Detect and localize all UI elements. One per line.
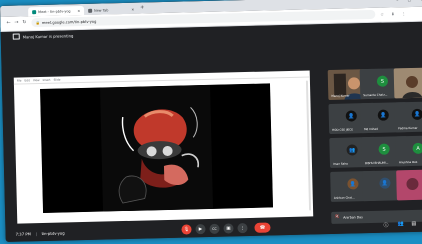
participant-camera-feed bbox=[396, 169, 422, 201]
meet-favicon-icon bbox=[32, 9, 37, 14]
close-tab-icon[interactable]: ✕ bbox=[77, 9, 80, 13]
avatar: 👤 bbox=[347, 178, 359, 190]
people-icon[interactable]: 👥 bbox=[397, 221, 403, 227]
scrollbar[interactable] bbox=[305, 80, 312, 211]
close-tab-icon[interactable]: ✕ bbox=[131, 7, 134, 11]
monitor-screen: Meet - tin-pbtv-yog ✕ New Tab ✕ + – ▢ ✕ … bbox=[0, 0, 422, 242]
tab-label: Meet - tin-pbtv-yog bbox=[38, 8, 71, 14]
pres-menu-edit[interactable]: Edit bbox=[24, 78, 30, 82]
slide-image bbox=[40, 83, 274, 214]
end-call-button[interactable]: ☎ bbox=[254, 222, 271, 233]
clock-time: 7:37 PM bbox=[15, 231, 31, 237]
meeting-code: tin-pbtv-yog bbox=[41, 230, 65, 237]
shared-presentation[interactable]: File Edit View Insert Slide bbox=[13, 70, 314, 224]
captions-button[interactable]: CC bbox=[209, 223, 220, 234]
participant-tile[interactable] bbox=[393, 67, 422, 99]
window-controls[interactable]: – ▢ ✕ bbox=[396, 0, 422, 2]
avatar: 👤 bbox=[345, 110, 357, 122]
microphone-toggle-button[interactable]: 🎙 bbox=[181, 224, 192, 235]
reload-icon[interactable]: ↻ bbox=[22, 19, 26, 25]
present-now-button[interactable]: ▣ bbox=[223, 223, 234, 234]
tab-favicon-icon bbox=[88, 8, 93, 13]
photographed-screen-scene: Meet - tin-pbtv-yog ✕ New Tab ✕ + – ▢ ✕ … bbox=[0, 0, 422, 244]
url-text: meet.google.com/tin-pbtv-yog bbox=[41, 19, 97, 25]
new-tab-button[interactable]: + bbox=[140, 4, 144, 10]
lock-icon: 🔒 bbox=[35, 20, 40, 25]
pres-menu-view[interactable]: View bbox=[33, 78, 40, 82]
chat-icon[interactable]: ▤ bbox=[411, 221, 416, 227]
avatar: 👤 bbox=[379, 177, 391, 189]
avatar: S bbox=[376, 75, 389, 87]
participant-name: Padma Kumar bbox=[398, 125, 418, 131]
participant-name: HOD CSE JIECE bbox=[332, 127, 354, 132]
forward-arrow-icon[interactable]: → bbox=[14, 20, 18, 26]
separator: | bbox=[35, 231, 37, 237]
participant-tile[interactable]: A Anushna Das bbox=[395, 135, 422, 167]
participant-name: Anushna Das bbox=[398, 159, 418, 165]
extension-icons[interactable]: ☆ ⬇ ⋮ bbox=[380, 11, 409, 17]
participant-name: BISHU BHAUMI... bbox=[364, 160, 389, 166]
pres-menu-file[interactable]: File bbox=[17, 78, 22, 82]
camera-toggle-button[interactable]: ▶ bbox=[195, 224, 206, 235]
tab-label: New Tab bbox=[94, 7, 109, 13]
presenting-text: Manoj Kumar is presenting bbox=[22, 32, 74, 39]
participant-tile[interactable]: 👤 Padma Kumar bbox=[394, 101, 422, 133]
participant-camera-feed bbox=[393, 67, 422, 99]
info-icon[interactable]: ⓘ bbox=[383, 222, 388, 229]
participant-name: Md Irshad bbox=[364, 126, 378, 132]
meet-window: Manoj Kumar is presenting File Edit View… bbox=[0, 21, 422, 242]
character-artwork bbox=[40, 83, 274, 214]
avatar: 👤 bbox=[377, 109, 389, 121]
participant-name: Iman Saha bbox=[332, 161, 348, 166]
present-screen-icon bbox=[12, 33, 20, 40]
participant-name: Sumanta Chakr... bbox=[363, 92, 388, 98]
avatar: 👤 bbox=[411, 108, 422, 120]
back-arrow-icon[interactable]: ← bbox=[6, 20, 10, 26]
avatar: 👥 bbox=[346, 144, 358, 156]
pres-menu-insert[interactable]: Insert bbox=[43, 78, 51, 82]
pres-menu-slide[interactable]: Slide bbox=[54, 78, 61, 82]
participant-tile[interactable] bbox=[396, 169, 422, 201]
avatar: A bbox=[412, 142, 422, 154]
avatar: S bbox=[378, 143, 390, 155]
participant-name: Manoj Kumar bbox=[331, 93, 350, 98]
muted-mic-icon: 🔇 bbox=[335, 214, 340, 219]
participant-name: Anirban Chat... bbox=[333, 195, 355, 200]
more-options-button[interactable]: ⋮ bbox=[237, 223, 248, 234]
